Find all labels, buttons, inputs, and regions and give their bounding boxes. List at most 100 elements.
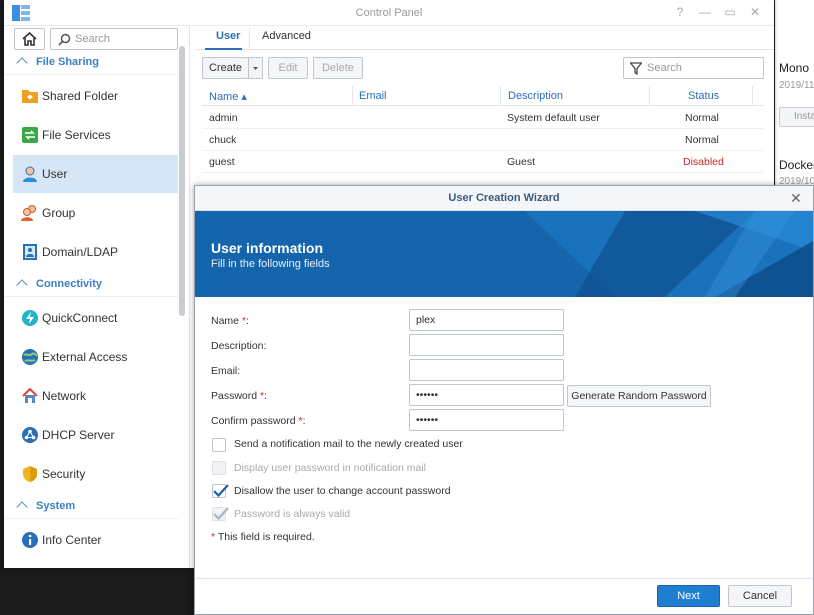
create-dropdown-button[interactable]: [248, 57, 263, 79]
sidebar-item-label: Group: [42, 206, 76, 220]
column-header-description[interactable]: Description: [508, 90, 563, 102]
sidebar-item-label: QuickConnect: [42, 311, 118, 325]
chevron-up-icon: [16, 57, 28, 69]
sidebar-item-domain-ldap[interactable]: Domain/LDAP: [13, 233, 178, 271]
name-input[interactable]: plex: [409, 309, 564, 331]
disallow-change-checkbox[interactable]: [212, 484, 229, 498]
external-access-icon: [22, 349, 38, 365]
password-label: Password *:: [211, 390, 268, 402]
column-divider[interactable]: [500, 86, 501, 106]
cell-description: System default user: [507, 112, 600, 124]
cell-name: chuck: [209, 134, 237, 146]
table-row[interactable]: chuck Normal: [202, 129, 764, 151]
quickconnect-icon: [22, 310, 38, 326]
required-field-note: * This field is required.: [211, 531, 315, 543]
dialog-titlebar: User Creation Wizard ✕: [195, 186, 813, 211]
section-label: System: [36, 500, 76, 512]
display-password-label: Display user password in notification ma…: [234, 462, 426, 474]
maximize-icon[interactable]: ▭: [723, 5, 737, 19]
edit-button[interactable]: Edit: [268, 57, 308, 79]
sidebar-item-info-center[interactable]: Info Center: [13, 521, 178, 559]
shield-icon: [23, 466, 37, 482]
sidebar-item-network[interactable]: Network: [13, 377, 178, 415]
help-icon[interactable]: ?: [673, 5, 687, 19]
section-file-sharing[interactable]: File Sharing: [4, 51, 178, 75]
sidebar-item-label: Security: [42, 467, 86, 481]
sidebar-search-input[interactable]: Search: [50, 28, 178, 50]
send-mail-checkbox[interactable]: [212, 438, 226, 452]
tab-advanced[interactable]: Advanced: [262, 30, 311, 42]
cancel-button[interactable]: Cancel: [728, 585, 792, 607]
dialog-footer-divider: [195, 578, 813, 579]
sidebar-item-external-access[interactable]: External Access: [13, 338, 178, 376]
sidebar-item-security[interactable]: Security: [13, 455, 178, 493]
package-title-docker: Docker: [779, 158, 814, 172]
sidebar: Search File Sharing Shared Folder File S…: [4, 26, 190, 568]
tab-user[interactable]: User: [216, 30, 240, 42]
chevron-up-icon: [16, 501, 28, 513]
wizard-banner: User information Fill in the following f…: [195, 211, 813, 297]
column-divider[interactable]: [352, 86, 353, 106]
column-divider[interactable]: [752, 86, 753, 106]
table-row[interactable]: guest Guest Disabled: [202, 151, 764, 173]
search-icon: [58, 33, 71, 46]
password-input[interactable]: ••••••: [409, 384, 564, 406]
cell-description: Guest: [507, 156, 536, 168]
column-header-name[interactable]: Name ▴: [209, 90, 247, 103]
send-mail-label: Send a notification mail to the newly cr…: [234, 438, 463, 450]
confirm-password-label: Confirm password *:: [211, 415, 306, 427]
user-creation-wizard-dialog: User Creation Wizard ✕ User information …: [194, 185, 814, 615]
column-header-status[interactable]: Status: [688, 90, 719, 102]
sidebar-item-label: Info Center: [42, 533, 102, 547]
column-header-email[interactable]: Email: [359, 90, 387, 102]
cell-status: Normal: [685, 112, 719, 124]
description-input[interactable]: [409, 334, 564, 356]
description-label: Description:: [211, 340, 267, 352]
sidebar-item-shared-folder[interactable]: Shared Folder: [13, 77, 178, 115]
confirm-password-input[interactable]: ••••••: [409, 409, 564, 431]
active-tab-indicator: [205, 48, 242, 50]
table-row[interactable]: admin System default user Normal: [202, 107, 764, 129]
section-label: Connectivity: [36, 278, 103, 290]
section-system[interactable]: System: [4, 495, 178, 519]
next-button[interactable]: Next: [657, 585, 720, 607]
sidebar-item-quickconnect[interactable]: QuickConnect: [13, 299, 178, 337]
file-services-icon: [22, 127, 38, 143]
checkmark-icon: [213, 484, 229, 498]
dialog-title: User Creation Wizard: [448, 192, 560, 204]
close-icon[interactable]: ✕: [748, 5, 762, 19]
sidebar-item-dhcp-server[interactable]: DHCP Server: [13, 416, 178, 454]
sidebar-item-user[interactable]: User: [13, 155, 178, 193]
checkmark-icon: [213, 507, 229, 521]
sidebar-item-file-services[interactable]: File Services: [13, 116, 178, 154]
cell-name: guest: [209, 156, 235, 168]
home-icon: [22, 31, 37, 46]
sidebar-item-label: User: [42, 167, 68, 181]
window-title: Control Panel: [355, 7, 423, 19]
dhcp-server-icon: [22, 427, 38, 443]
section-connectivity[interactable]: Connectivity: [4, 273, 178, 297]
home-button[interactable]: [14, 28, 45, 50]
sidebar-scrollbar[interactable]: [179, 46, 185, 316]
user-filter-input[interactable]: Search: [623, 57, 764, 79]
password-always-valid-checkbox[interactable]: [212, 507, 229, 521]
display-password-checkbox[interactable]: [212, 461, 226, 475]
group-icon: [21, 205, 36, 221]
column-divider[interactable]: [649, 86, 650, 106]
close-icon[interactable]: ✕: [790, 190, 802, 207]
table-header: Name ▴ Email Description Status: [202, 86, 764, 106]
tab-bar: User Advanced: [195, 26, 774, 50]
email-input[interactable]: [409, 359, 564, 381]
domain-ldap-icon: [23, 244, 37, 260]
install-button[interactable]: Insta: [779, 107, 814, 127]
minimize-icon[interactable]: —: [698, 5, 712, 19]
generate-random-password-button[interactable]: Generate Random Password: [567, 385, 711, 407]
create-button[interactable]: Create: [202, 57, 249, 79]
network-icon: [22, 387, 38, 403]
sidebar-item-label: File Services: [42, 128, 111, 142]
sidebar-item-group[interactable]: Group: [13, 194, 178, 232]
delete-button[interactable]: Delete: [313, 57, 363, 79]
wizard-subheading: Fill in the following fields: [211, 258, 330, 270]
sidebar-item-label: Domain/LDAP: [42, 245, 119, 259]
section-label: File Sharing: [36, 56, 99, 68]
